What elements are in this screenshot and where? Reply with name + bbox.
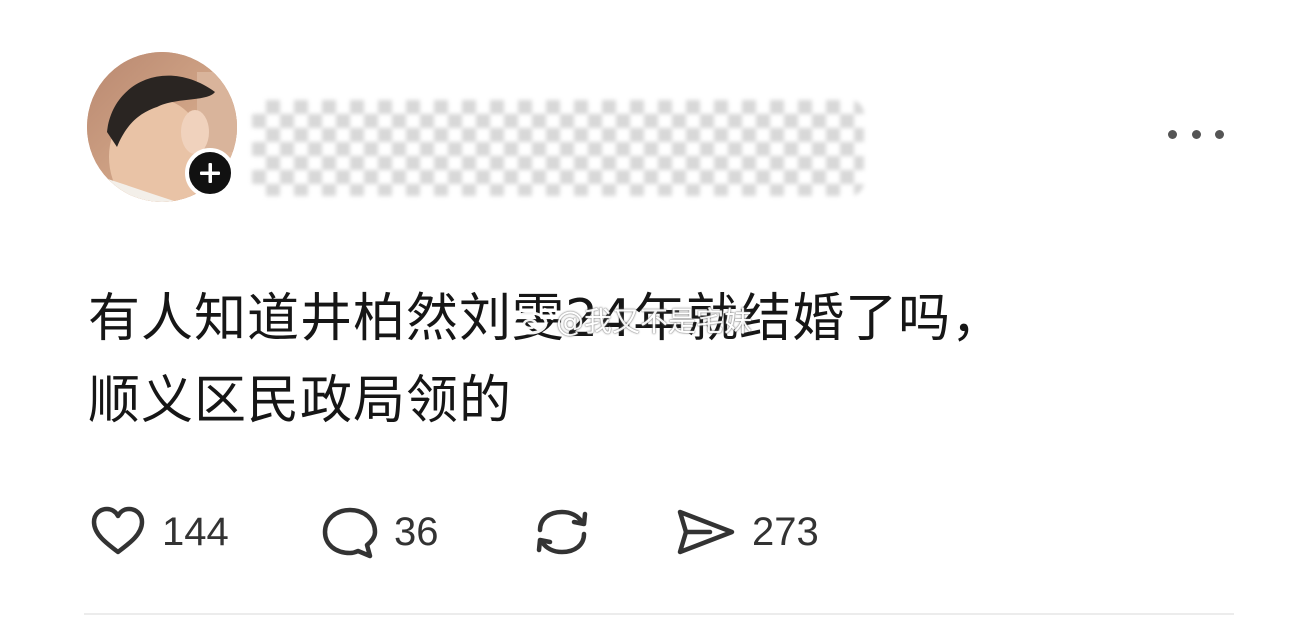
watermark-text: @我又不是宅妹 [556, 305, 753, 338]
share-count: 273 [752, 509, 819, 554]
watermark: @我又不是宅妹 [512, 300, 752, 340]
more-dots-icon [1191, 129, 1201, 139]
send-icon [677, 509, 735, 555]
comment-button[interactable]: 36 [320, 500, 439, 564]
more-dots-icon [1215, 129, 1224, 139]
repost-arrows-icon [536, 509, 588, 555]
post-text-line: 顺义区民政局领的 [88, 371, 513, 431]
plus-icon [200, 163, 220, 183]
like-count: 144 [162, 509, 229, 554]
more-options-button[interactable] [1168, 118, 1224, 150]
follow-button[interactable] [185, 148, 235, 198]
share-button[interactable]: 273 [674, 500, 819, 564]
repost-button[interactable] [530, 500, 594, 564]
username-redacted [252, 100, 864, 196]
heart-outline-icon [91, 506, 145, 555]
divider [84, 613, 1234, 615]
weibo-logo-icon [512, 307, 554, 335]
post-card: 有人知道井柏然刘雯24年就结婚了吗， 顺义区民政局领的 @我又不是宅妹 144 … [0, 0, 1314, 625]
action-bar: 144 36 273 [88, 500, 1228, 564]
comment-count: 36 [394, 509, 439, 554]
speech-bubble-icon [322, 507, 378, 559]
more-dots-icon [1168, 129, 1177, 139]
like-button[interactable]: 144 [88, 500, 229, 564]
author-avatar-area[interactable] [87, 52, 237, 202]
